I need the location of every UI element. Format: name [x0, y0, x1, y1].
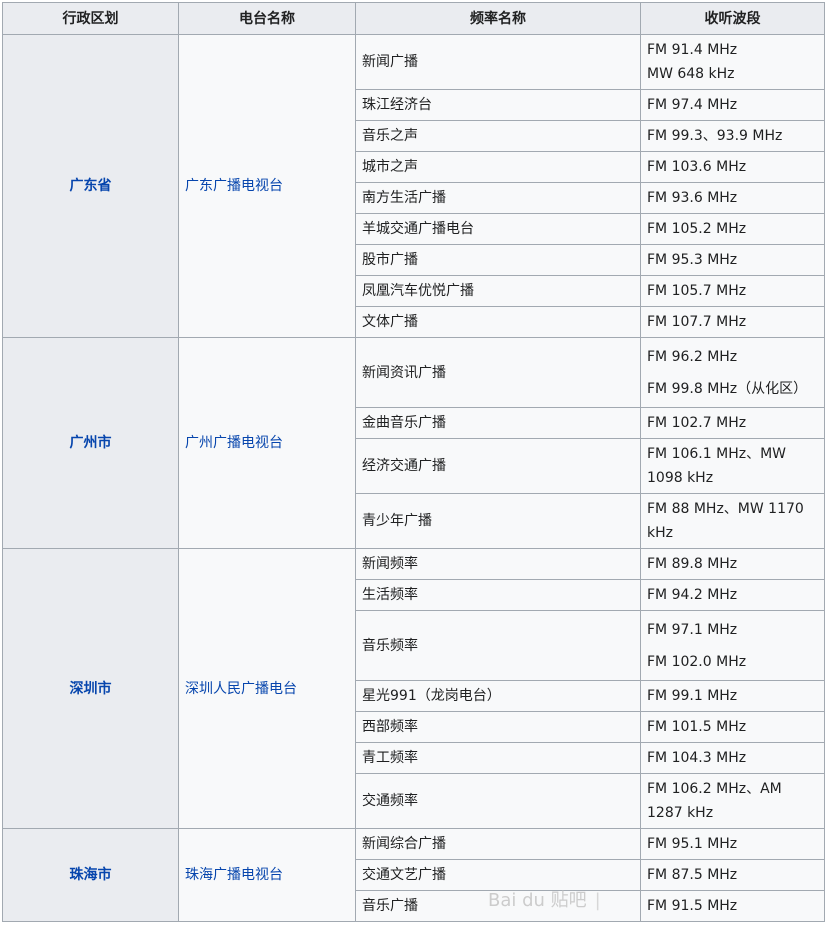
table-body: 广东省 广东广播电视台 新闻广播 FM 91.4 MHz MW 648 kHz 珠江经济台…: [2, 34, 825, 922]
band-value: FM 106.2 MHz、AM 1287 kHz: [647, 781, 782, 821]
table-header-row: 行政区划 电台名称 频率名称 收听波段: [2, 2, 825, 35]
region-link[interactable]: 深圳市: [2, 548, 179, 829]
band-value: FM 94.2 MHz: [647, 587, 738, 603]
band-value: FM 106.1 MHz、MW 1098 kHz: [647, 446, 786, 486]
band-value: FM 97.4 MHz: [647, 97, 738, 113]
band-cell: FM 89.8 MHz: [640, 548, 825, 580]
channel-name: 羊城交通广播电台: [355, 213, 641, 245]
band-cell: FM 91.4 MHz MW 648 kHz: [640, 34, 825, 90]
channel-name: 经济交通广播: [355, 438, 641, 494]
channel-name: 股市广播: [355, 244, 641, 276]
channel-name: 新闻综合广播: [355, 828, 641, 860]
band-value: FM 105.7 MHz: [647, 283, 747, 299]
band-value: FM 89.8 MHz: [647, 556, 738, 572]
band-cell: FM 102.7 MHz: [640, 407, 825, 439]
band-value: FM 96.2 MHz: [647, 348, 738, 365]
band-cell: FM 105.2 MHz: [640, 213, 825, 245]
band-value: FM 91.5 MHz: [647, 898, 738, 914]
channel-name: 新闻频率: [355, 548, 641, 580]
station-link[interactable]: 深圳人民广播电台: [178, 548, 356, 829]
header-region: 行政区划: [2, 2, 179, 35]
band-value: FM 97.1 MHz: [647, 621, 738, 638]
band-cell: FM 97.4 MHz: [640, 89, 825, 121]
table-row: 广东省 广东广播电视台 新闻广播 FM 91.4 MHz MW 648 kHz: [2, 34, 825, 338]
band-cell: FM 99.3、93.9 MHz: [640, 120, 825, 152]
station-link[interactable]: 珠海广播电视台: [178, 828, 356, 922]
channel-name: 新闻资讯广播: [355, 337, 641, 408]
band-cell: FM 104.3 MHz: [640, 742, 825, 774]
band-cell: FM 106.2 MHz、AM 1287 kHz: [640, 773, 825, 829]
band-value: FM 95.3 MHz: [647, 252, 738, 268]
band-value: MW 648 kHz: [647, 66, 735, 82]
header-channel: 频率名称: [355, 2, 641, 35]
band-value: FM 99.1 MHz: [647, 688, 738, 704]
channel-name: 金曲音乐广播: [355, 407, 641, 439]
band-cell: FM 103.6 MHz: [640, 151, 825, 183]
band-value: FM 102.7 MHz: [647, 415, 747, 431]
band-cell: FM 88 MHz、MW 1170 kHz: [640, 493, 825, 549]
channel-name: 生活频率: [355, 579, 641, 611]
band-cell: FM 93.6 MHz: [640, 182, 825, 214]
channel-name: 西部频率: [355, 711, 641, 743]
band-value: FM 93.6 MHz: [647, 190, 738, 206]
channel-name: 音乐之声: [355, 120, 641, 152]
channel-name: 文体广播: [355, 306, 641, 338]
band-value: FM 103.6 MHz: [647, 159, 747, 175]
header-station: 电台名称: [178, 2, 356, 35]
band-value: FM 95.1 MHz: [647, 836, 738, 852]
band-value: FM 107.7 MHz: [647, 314, 747, 330]
channel-name: 珠江经济台: [355, 89, 641, 121]
band-cell: FM 97.1 MHz FM 102.0 MHz: [640, 610, 825, 681]
band-cell: FM 99.1 MHz: [640, 680, 825, 712]
table-row: 广州市 广州广播电视台 新闻资讯广播 FM 96.2 MHz FM 99.8 MHz（从…: [2, 337, 825, 549]
page: 行政区划 电台名称 频率名称 收听波段 广东省 广东广播电视台 新闻广播 FM 91.…: [0, 0, 831, 926]
band-value: FM 105.2 MHz: [647, 221, 747, 237]
band-cell: FM 96.2 MHz FM 99.8 MHz（从化区）: [640, 337, 825, 408]
band-value: FM 88 MHz、MW 1170 kHz: [647, 501, 804, 541]
band-cell: FM 87.5 MHz: [640, 859, 825, 891]
table-row: 珠海市 珠海广播电视台 新闻综合广播 FM 95.1 MHz: [2, 828, 825, 922]
channel-name: 音乐广播: [355, 890, 641, 922]
radio-frequency-table: 行政区划 电台名称 频率名称 收听波段 广东省 广东广播电视台 新闻广播 FM 91.…: [2, 2, 825, 922]
region-link[interactable]: 广东省: [2, 34, 179, 338]
region-link[interactable]: 珠海市: [2, 828, 179, 922]
channel-name: 青工频率: [355, 742, 641, 774]
station-link[interactable]: 广州广播电视台: [178, 337, 356, 549]
band-value: FM 101.5 MHz: [647, 719, 747, 735]
channel-name: 南方生活广播: [355, 182, 641, 214]
band-value: FM 104.3 MHz: [647, 750, 747, 766]
band-value: FM 99.3、93.9 MHz: [647, 128, 783, 144]
header-band: 收听波段: [640, 2, 825, 35]
channel-name: 音乐频率: [355, 610, 641, 681]
band-value: FM 102.0 MHz: [647, 653, 747, 670]
table-row: 深圳市 深圳人民广播电台 新闻频率 FM 89.8 MHz: [2, 548, 825, 829]
band-cell: FM 107.7 MHz: [640, 306, 825, 338]
station-link[interactable]: 广东广播电视台: [178, 34, 356, 338]
band-cell: FM 101.5 MHz: [640, 711, 825, 743]
channel-name: 城市之声: [355, 151, 641, 183]
channel-name: 青少年广播: [355, 493, 641, 549]
band-value: FM 87.5 MHz: [647, 867, 738, 883]
band-value: FM 99.8 MHz（从化区）: [647, 380, 808, 397]
channel-name: 星光991（龙岗电台）: [355, 680, 641, 712]
region-link[interactable]: 广州市: [2, 337, 179, 549]
channel-name: 交通文艺广播: [355, 859, 641, 891]
channel-name: 新闻广播: [355, 34, 641, 90]
band-cell: FM 105.7 MHz: [640, 275, 825, 307]
channel-name: 凤凰汽车优悦广播: [355, 275, 641, 307]
band-cell: FM 106.1 MHz、MW 1098 kHz: [640, 438, 825, 494]
band-cell: FM 91.5 MHz: [640, 890, 825, 922]
band-cell: FM 94.2 MHz: [640, 579, 825, 611]
channel-name: 交通频率: [355, 773, 641, 829]
band-value: FM 91.4 MHz: [647, 42, 738, 58]
band-cell: FM 95.3 MHz: [640, 244, 825, 276]
band-cell: FM 95.1 MHz: [640, 828, 825, 860]
